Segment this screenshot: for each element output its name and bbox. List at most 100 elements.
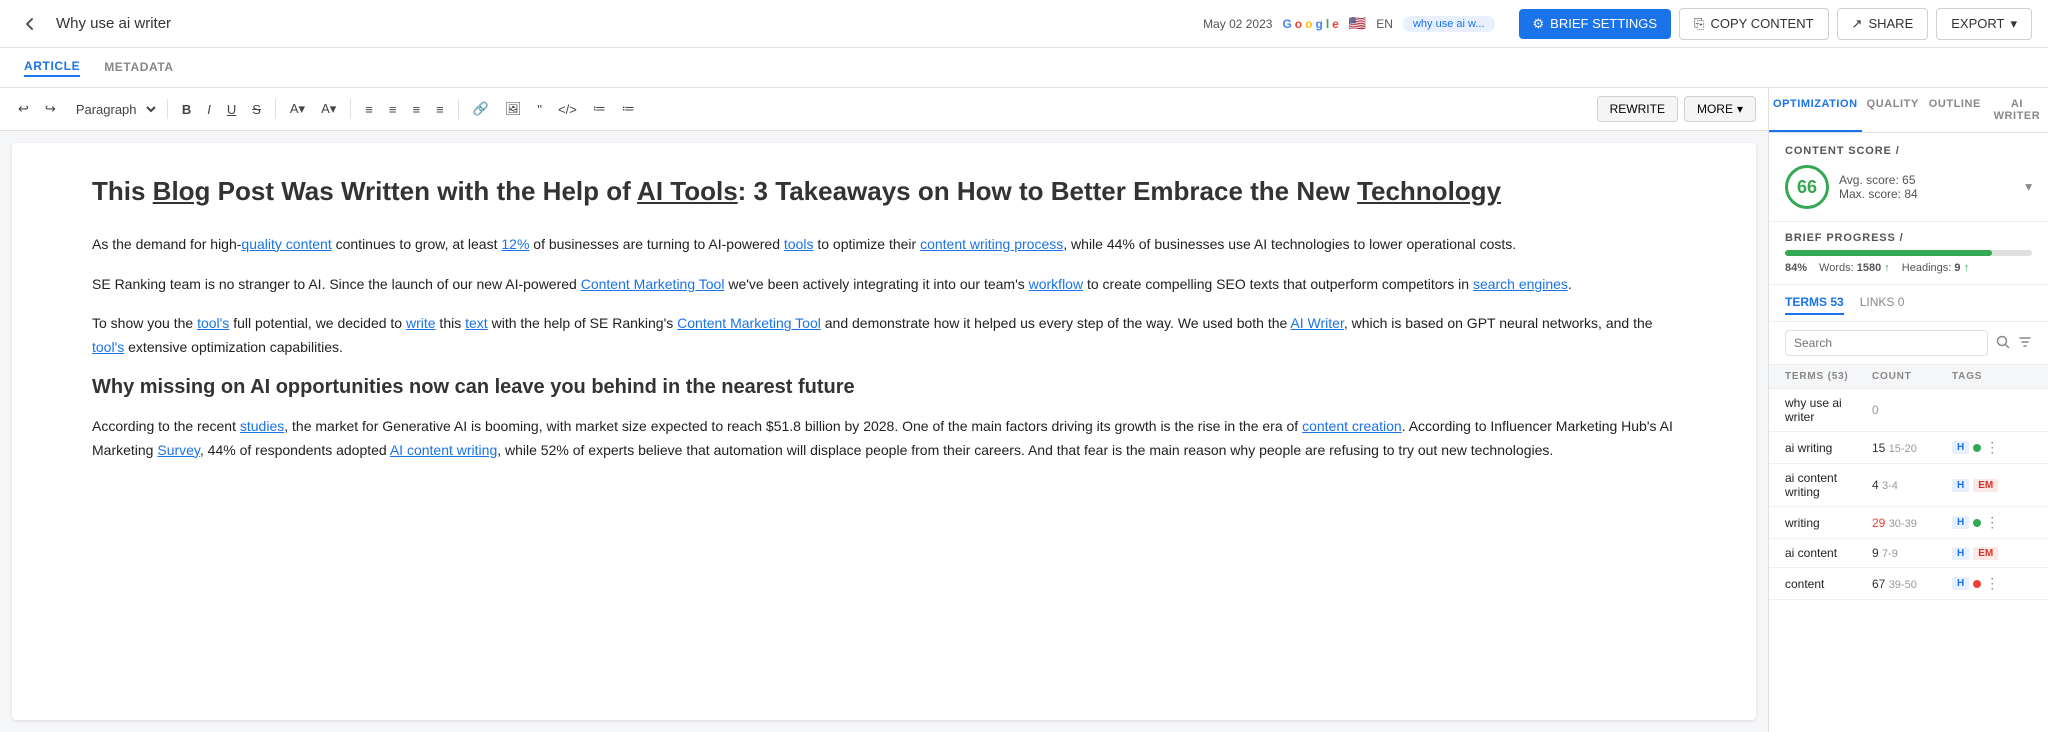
links-tab[interactable]: LINKS 0: [1860, 295, 1905, 315]
export-button[interactable]: EXPORT ▾: [1936, 8, 2032, 40]
top-meta: May 02 2023 Google 🇺🇸 EN why use ai w...: [1203, 15, 1494, 32]
col-count: COUNT: [1872, 371, 1952, 382]
table-row[interactable]: writing 29 30-39 H ⋮: [1769, 507, 2048, 539]
keyword-chip: why use ai w...: [1403, 16, 1495, 32]
align-center-button[interactable]: ≡: [383, 98, 403, 121]
more-button[interactable]: MORE ▾: [1684, 96, 1756, 122]
more-options-button[interactable]: ⋮: [1985, 575, 1999, 592]
quote-button[interactable]: ": [531, 98, 548, 121]
bold-button[interactable]: B: [176, 98, 197, 121]
tag-h: H: [1952, 516, 1969, 529]
tag-dot-red: [1973, 580, 1981, 588]
max-score: Max. score: 84: [1839, 187, 1918, 201]
article-heading-2: Why missing on AI opportunities now can …: [92, 376, 1676, 399]
terms-header: TERMS 53 LINKS 0: [1785, 295, 2032, 315]
underline-button[interactable]: U: [221, 98, 242, 121]
term-name: ai writing: [1785, 441, 1872, 455]
score-expand-button[interactable]: ▾: [2025, 179, 2032, 195]
toolbar-separator: [167, 99, 168, 119]
highlight-button[interactable]: A▾: [284, 97, 311, 121]
italic-button[interactable]: I: [201, 98, 217, 121]
justify-button[interactable]: ≡: [430, 98, 450, 121]
term-count: 67 39-50: [1872, 577, 1952, 591]
tag-h: H: [1952, 547, 1969, 560]
align-right-button[interactable]: ≡: [406, 98, 426, 121]
avg-score: Avg. score: 65: [1839, 173, 1918, 187]
list-button[interactable]: ≔: [587, 97, 612, 121]
undo-button[interactable]: ↩: [12, 97, 35, 121]
term-count: 4 3-4: [1872, 478, 1952, 492]
table-row[interactable]: ai content 9 7-9 H EM: [1769, 539, 2048, 568]
toolbar-separator-4: [458, 99, 459, 119]
sidebar-tab-ai-writer[interactable]: AI WRITER: [1986, 88, 2048, 132]
page-title: Why use ai writer: [56, 15, 1191, 32]
editor-content[interactable]: This Blog Post Was Written with the Help…: [12, 143, 1756, 720]
more-options-button[interactable]: ⋮: [1985, 439, 1999, 456]
toolbar-right: REWRITE MORE ▾: [1597, 96, 1756, 122]
tab-metadata[interactable]: METADATA: [104, 60, 173, 76]
paragraph-select[interactable]: Paragraph Heading 1 Heading 2 Heading 3: [66, 97, 159, 122]
col-terms: TERMS (53): [1785, 371, 1872, 382]
progress-pct: 84%: [1785, 262, 1807, 274]
tag-h: H: [1952, 479, 1969, 492]
search-input[interactable]: [1785, 330, 1988, 356]
tags-cell: H ⋮: [1952, 575, 2032, 592]
tag-dot: [1973, 519, 1981, 527]
link-button[interactable]: 🔗: [467, 97, 495, 121]
progress-section: BRIEF PROGRESS / 84% Words: 1580 ↑ Headi…: [1769, 222, 2048, 285]
progress-meta: 84% Words: 1580 ↑ Headings: 9 ↑: [1785, 262, 2032, 274]
terms-table: TERMS (53) COUNT TAGS why use ai writer …: [1769, 365, 2048, 732]
language-label: EN: [1376, 17, 1393, 31]
tag-em: EM: [1973, 479, 1998, 492]
image-button[interactable]: 🖼: [499, 97, 528, 121]
score-row: 66 Avg. score: 65 Max. score: 84 ▾: [1785, 165, 2032, 209]
rewrite-button[interactable]: REWRITE: [1597, 96, 1678, 122]
tags-cell: H ⋮: [1952, 514, 2032, 531]
term-count: 29 30-39: [1872, 516, 1952, 530]
tag-dot: [1973, 444, 1981, 452]
term-count: 0: [1872, 403, 1952, 417]
term-name: content: [1785, 577, 1872, 591]
google-logo: Google: [1282, 17, 1338, 31]
copy-content-button[interactable]: ⎘ COPY CONTENT: [1679, 8, 1828, 40]
sidebar-tab-quality[interactable]: QUALITY: [1862, 88, 1924, 132]
sidebar-tab-outline[interactable]: OUTLINE: [1924, 88, 1986, 132]
filter-button[interactable]: [2018, 335, 2032, 352]
search-icon-button[interactable]: [1996, 335, 2010, 352]
words-label: Words: 1580 ↑: [1819, 262, 1890, 274]
term-count: 15 15-20: [1872, 441, 1952, 455]
table-row[interactable]: content 67 39-50 H ⋮: [1769, 568, 2048, 600]
terms-tab[interactable]: TERMS 53: [1785, 295, 1844, 315]
tags-cell: H ⋮: [1952, 439, 2032, 456]
redo-button[interactable]: ↪: [39, 97, 62, 121]
term-name: writing: [1785, 516, 1872, 530]
progress-bar-fill: [1785, 250, 1992, 256]
share-button[interactable]: ↗ SHARE: [1837, 8, 1929, 40]
code-button[interactable]: </>: [552, 98, 583, 121]
strikethrough-button[interactable]: S: [246, 98, 267, 121]
tabs-bar: ARTICLE METADATA: [0, 48, 2048, 88]
score-section: CONTENT SCORE / 66 Avg. score: 65 Max. s…: [1769, 133, 2048, 222]
flag-icon: 🇺🇸: [1349, 15, 1366, 32]
table-row[interactable]: ai content writing 4 3-4 H EM: [1769, 464, 2048, 507]
brief-settings-button[interactable]: ⚙ BRIEF SETTINGS: [1519, 9, 1672, 39]
sidebar-tab-optimization[interactable]: OPTIMIZATION: [1769, 88, 1862, 132]
tag-h: H: [1952, 577, 1969, 590]
toolbar: ↩ ↪ Paragraph Heading 1 Heading 2 Headin…: [0, 88, 1768, 131]
ordered-list-button[interactable]: ≔: [616, 97, 641, 121]
right-sidebar: OPTIMIZATION QUALITY OUTLINE AI WRITER C…: [1768, 88, 2048, 732]
content-score-label: CONTENT SCORE /: [1785, 145, 2032, 157]
article-paragraph-2: SE Ranking team is no stranger to AI. Si…: [92, 273, 1676, 297]
tags-cell: H EM: [1952, 547, 2032, 560]
term-count: 9 7-9: [1872, 546, 1952, 560]
table-row[interactable]: why use ai writer 0: [1769, 389, 2048, 432]
back-button[interactable]: [16, 10, 44, 38]
align-left-button[interactable]: ≡: [359, 98, 379, 121]
main-layout: ↩ ↪ Paragraph Heading 1 Heading 2 Headin…: [0, 88, 2048, 732]
tab-article[interactable]: ARTICLE: [24, 59, 80, 77]
more-options-button[interactable]: ⋮: [1985, 514, 1999, 531]
term-name: ai content writing: [1785, 471, 1872, 499]
text-color-button[interactable]: A▾: [315, 97, 342, 121]
top-bar: Why use ai writer May 02 2023 Google 🇺🇸 …: [0, 0, 2048, 48]
table-row[interactable]: ai writing 15 15-20 H ⋮: [1769, 432, 2048, 464]
